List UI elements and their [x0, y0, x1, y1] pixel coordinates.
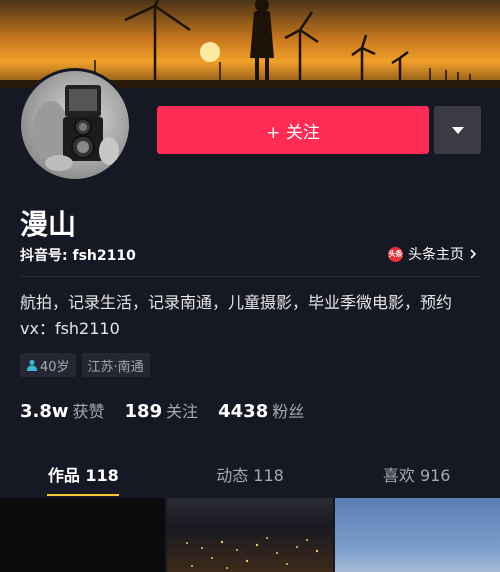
person-icon: [27, 359, 37, 371]
following-label[interactable]: 关注: [166, 398, 198, 422]
content-tabs: 作品 118 动态 118 喜欢 916: [0, 452, 500, 496]
toutiao-link-label: 头条主页: [408, 247, 464, 263]
likes-label: 获赞: [72, 402, 105, 421]
followers-count[interactable]: 4438: [218, 401, 268, 422]
toutiao-logo-icon: 头条: [388, 246, 403, 262]
camera-photo-image: [21, 71, 129, 179]
age-label: 40岁: [40, 359, 70, 375]
age-tag: 40岁: [20, 353, 76, 377]
tab-likes[interactable]: 喜欢 916: [333, 452, 500, 496]
likes-count: 3.8w: [20, 401, 69, 422]
video-thumbnail[interactable]: [334, 498, 500, 572]
profile-tags: 40岁 江苏·南通: [20, 353, 150, 377]
tab-works[interactable]: 作品 118: [0, 452, 167, 496]
tab-moments[interactable]: 动态 118: [167, 452, 334, 496]
location-label: 江苏·南通: [87, 359, 144, 375]
video-grid: [0, 498, 500, 572]
profile-name: 漫山: [20, 208, 77, 241]
profile-stats: 3.8w 获赞 189 关注 4438 粉丝: [20, 398, 324, 422]
divider: [20, 276, 480, 277]
followers-label[interactable]: 粉丝: [272, 398, 304, 422]
caret-down-icon: [451, 127, 464, 134]
profile-bio: 航拍，记录生活，记录南通，儿童摄影，毕业季微电影，预约vx：fsh2110: [20, 293, 453, 338]
location-tag: 江苏·南通: [81, 353, 150, 377]
douyin-id: 抖音号: fsh2110: [20, 248, 136, 264]
avatar[interactable]: [18, 68, 132, 182]
follow-button[interactable]: + 关注: [157, 106, 429, 154]
toutiao-homepage-link[interactable]: 头条 头条主页: [388, 244, 478, 264]
more-options-button[interactable]: [434, 106, 481, 154]
video-thumbnail[interactable]: [0, 498, 166, 572]
night-city-image: [186, 537, 319, 569]
following-count[interactable]: 189: [125, 401, 163, 422]
video-thumbnail[interactable]: [167, 498, 333, 572]
chevron-right-icon: [470, 249, 477, 259]
